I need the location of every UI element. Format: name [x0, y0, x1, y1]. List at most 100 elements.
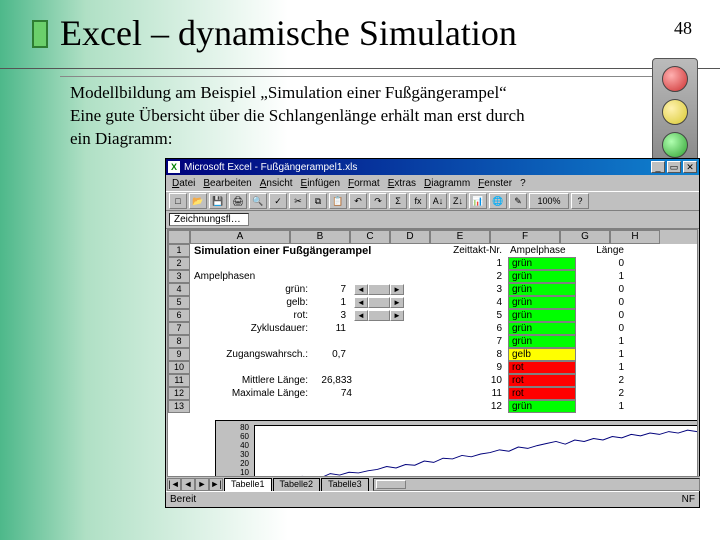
cell-value: 3 — [430, 283, 504, 296]
name-box[interactable]: Zeichnungsfl… — [169, 213, 249, 226]
cell-value: 5 — [430, 309, 504, 322]
row-header[interactable]: 3 — [168, 270, 190, 283]
column-header[interactable]: B — [290, 230, 350, 244]
column-header[interactable]: E — [430, 230, 490, 244]
grid[interactable]: ABCDEFGH 12345678910111213 Simulation ei… — [167, 229, 698, 491]
phase-cell: grün — [508, 296, 576, 309]
column-header[interactable]: F — [490, 230, 560, 244]
cells-area[interactable]: Simulation einer Fußgängerampel Ampelpha… — [190, 244, 697, 490]
menu-item[interactable]: ? — [520, 178, 526, 189]
statusbar: Bereit NF — [166, 491, 699, 507]
close-button[interactable]: ✕ — [683, 161, 697, 173]
sort-desc-button[interactable]: Z↓ — [449, 193, 467, 209]
menu-item[interactable]: Datei — [172, 178, 195, 189]
sort-asc-button[interactable]: A↓ — [429, 193, 447, 209]
menu-item[interactable]: Bearbeiten — [203, 178, 251, 189]
tab-nav-prev[interactable]: ◄ — [181, 478, 195, 491]
spinner[interactable]: ◄► — [354, 284, 404, 295]
cell-label: Mittlere Länge: — [190, 374, 310, 387]
excel-window: X Microsoft Excel - Fußgängerampel1.xls … — [165, 158, 700, 508]
save-button[interactable]: 💾 — [209, 193, 227, 209]
maximize-button[interactable]: ▭ — [667, 161, 681, 173]
cell-value: 0,7 — [312, 348, 348, 361]
menu-item[interactable]: Diagramm — [424, 178, 470, 189]
decrement-button[interactable]: ◄ — [354, 310, 368, 321]
slide: Excel – dynamische Simulation 48 Modellb… — [0, 0, 720, 540]
print-button[interactable]: 🖨 — [229, 193, 247, 209]
row-header[interactable]: 6 — [168, 309, 190, 322]
row-header[interactable]: 12 — [168, 387, 190, 400]
accent-box — [32, 20, 48, 48]
cell-title: Simulation einer Fußgängerampel — [192, 244, 373, 257]
cell-value: 0 — [580, 257, 626, 270]
row-header[interactable]: 7 — [168, 322, 190, 335]
cell-value: 3 — [312, 309, 348, 322]
sheet-tab[interactable]: Tabelle1 — [224, 478, 272, 491]
increment-button[interactable]: ► — [390, 310, 404, 321]
cell-value: 7 — [312, 283, 348, 296]
sheet-tab[interactable]: Tabelle3 — [321, 478, 369, 491]
cell-label: Ampelphasen — [192, 270, 257, 283]
fx-button[interactable]: fx — [409, 193, 427, 209]
menubar: Datei Bearbeiten Ansicht Einfügen Format… — [166, 175, 699, 191]
row-header[interactable]: 11 — [168, 374, 190, 387]
tab-nav-first[interactable]: |◄ — [167, 478, 181, 491]
minimize-button[interactable]: _ — [651, 161, 665, 173]
row-header[interactable]: 1 — [168, 244, 190, 257]
row-header[interactable]: 4 — [168, 283, 190, 296]
row-header[interactable]: 2 — [168, 257, 190, 270]
row-headers: 12345678910111213 — [168, 244, 190, 490]
chart-button[interactable]: 📊 — [469, 193, 487, 209]
increment-button[interactable]: ► — [390, 284, 404, 295]
undo-button[interactable]: ↶ — [349, 193, 367, 209]
menu-item[interactable]: Ansicht — [260, 178, 293, 189]
menu-item[interactable]: Extras — [388, 178, 416, 189]
cell-value: 7 — [430, 335, 504, 348]
new-button[interactable]: □ — [169, 193, 187, 209]
menu-item[interactable]: Format — [348, 178, 380, 189]
row-header[interactable]: 10 — [168, 361, 190, 374]
spell-button[interactable]: ✓ — [269, 193, 287, 209]
decrement-button[interactable]: ◄ — [354, 297, 368, 308]
row-header[interactable]: 8 — [168, 335, 190, 348]
tab-nav-next[interactable]: ► — [195, 478, 209, 491]
titlebar[interactable]: X Microsoft Excel - Fußgängerampel1.xls … — [166, 159, 699, 175]
select-all-button[interactable] — [168, 230, 190, 244]
column-header[interactable]: H — [610, 230, 660, 244]
row-header[interactable]: 9 — [168, 348, 190, 361]
sheet-tab[interactable]: Tabelle2 — [273, 478, 321, 491]
status-indicator: NF — [682, 494, 695, 505]
redo-button[interactable]: ↷ — [369, 193, 387, 209]
scroll-thumb[interactable] — [376, 480, 406, 489]
decrement-button[interactable]: ◄ — [354, 284, 368, 295]
divider — [0, 68, 720, 69]
cell-value: 1 — [580, 270, 626, 283]
paste-button[interactable]: 📋 — [329, 193, 347, 209]
phase-cell: grün — [508, 257, 576, 270]
cut-button[interactable]: ✂ — [289, 193, 307, 209]
cell-header: Länge — [580, 244, 626, 257]
menu-item[interactable]: Einfügen — [301, 178, 340, 189]
horizontal-scrollbar[interactable] — [373, 478, 700, 491]
help-button[interactable]: ? — [571, 193, 589, 209]
cell-value: 11 — [312, 322, 348, 335]
menu-item[interactable]: Fenster — [478, 178, 512, 189]
spinner[interactable]: ◄► — [354, 297, 404, 308]
status-text: Bereit — [170, 494, 196, 505]
column-header[interactable]: A — [190, 230, 290, 244]
copy-button[interactable]: ⧉ — [309, 193, 327, 209]
tab-nav-last[interactable]: ►| — [209, 478, 223, 491]
sum-button[interactable]: Σ — [389, 193, 407, 209]
map-button[interactable]: 🌐 — [489, 193, 507, 209]
open-button[interactable]: 📂 — [189, 193, 207, 209]
preview-button[interactable]: 🔍 — [249, 193, 267, 209]
column-header[interactable]: D — [390, 230, 430, 244]
spinner[interactable]: ◄► — [354, 310, 404, 321]
column-header[interactable]: G — [560, 230, 610, 244]
column-header[interactable]: C — [350, 230, 390, 244]
increment-button[interactable]: ► — [390, 297, 404, 308]
row-header[interactable]: 13 — [168, 400, 190, 413]
zoom-dropdown[interactable]: 100% — [529, 193, 569, 209]
row-header[interactable]: 5 — [168, 296, 190, 309]
draw-button[interactable]: ✎ — [509, 193, 527, 209]
